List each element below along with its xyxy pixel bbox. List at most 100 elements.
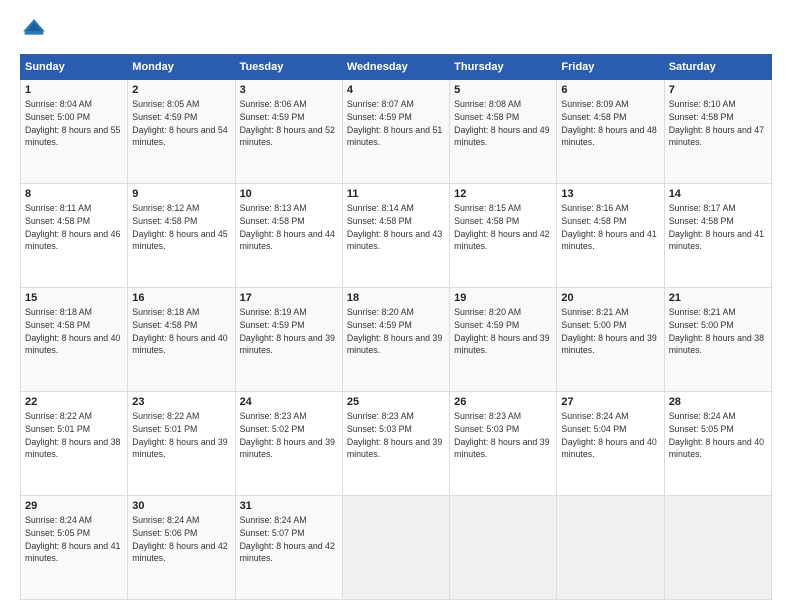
calendar-week-row: 15 Sunrise: 8:18 AM Sunset: 4:58 PM Dayl…	[21, 288, 772, 392]
calendar-header-row: Sunday Monday Tuesday Wednesday Thursday…	[21, 55, 772, 80]
table-row: 7 Sunrise: 8:10 AM Sunset: 4:58 PM Dayli…	[664, 80, 771, 184]
day-number: 24	[240, 396, 338, 408]
day-number: 16	[132, 292, 230, 304]
day-number: 5	[454, 84, 552, 96]
day-number: 3	[240, 84, 338, 96]
page: Sunday Monday Tuesday Wednesday Thursday…	[0, 0, 792, 612]
day-info: Sunrise: 8:06 AM Sunset: 4:59 PM Dayligh…	[240, 98, 338, 149]
calendar-week-row: 8 Sunrise: 8:11 AM Sunset: 4:58 PM Dayli…	[21, 184, 772, 288]
table-row: 5 Sunrise: 8:08 AM Sunset: 4:58 PM Dayli…	[450, 80, 557, 184]
day-info: Sunrise: 8:18 AM Sunset: 4:58 PM Dayligh…	[25, 306, 123, 357]
col-thursday: Thursday	[450, 55, 557, 80]
table-row: 31 Sunrise: 8:24 AM Sunset: 5:07 PM Dayl…	[235, 496, 342, 600]
table-row: 21 Sunrise: 8:21 AM Sunset: 5:00 PM Dayl…	[664, 288, 771, 392]
table-row: 8 Sunrise: 8:11 AM Sunset: 4:58 PM Dayli…	[21, 184, 128, 288]
day-info: Sunrise: 8:20 AM Sunset: 4:59 PM Dayligh…	[454, 306, 552, 357]
day-number: 20	[561, 292, 659, 304]
day-number: 23	[132, 396, 230, 408]
calendar-week-row: 22 Sunrise: 8:22 AM Sunset: 5:01 PM Dayl…	[21, 392, 772, 496]
day-number: 10	[240, 188, 338, 200]
day-number: 8	[25, 188, 123, 200]
day-number: 12	[454, 188, 552, 200]
table-row: 3 Sunrise: 8:06 AM Sunset: 4:59 PM Dayli…	[235, 80, 342, 184]
day-info: Sunrise: 8:04 AM Sunset: 5:00 PM Dayligh…	[25, 98, 123, 149]
table-row: 15 Sunrise: 8:18 AM Sunset: 4:58 PM Dayl…	[21, 288, 128, 392]
col-saturday: Saturday	[664, 55, 771, 80]
day-number: 28	[669, 396, 767, 408]
day-number: 1	[25, 84, 123, 96]
day-number: 4	[347, 84, 445, 96]
table-row: 6 Sunrise: 8:09 AM Sunset: 4:58 PM Dayli…	[557, 80, 664, 184]
day-info: Sunrise: 8:09 AM Sunset: 4:58 PM Dayligh…	[561, 98, 659, 149]
day-info: Sunrise: 8:14 AM Sunset: 4:58 PM Dayligh…	[347, 202, 445, 253]
day-number: 17	[240, 292, 338, 304]
day-info: Sunrise: 8:17 AM Sunset: 4:58 PM Dayligh…	[669, 202, 767, 253]
col-tuesday: Tuesday	[235, 55, 342, 80]
day-info: Sunrise: 8:23 AM Sunset: 5:02 PM Dayligh…	[240, 410, 338, 461]
table-row: 1 Sunrise: 8:04 AM Sunset: 5:00 PM Dayli…	[21, 80, 128, 184]
day-info: Sunrise: 8:22 AM Sunset: 5:01 PM Dayligh…	[132, 410, 230, 461]
day-info: Sunrise: 8:13 AM Sunset: 4:58 PM Dayligh…	[240, 202, 338, 253]
table-row: 20 Sunrise: 8:21 AM Sunset: 5:00 PM Dayl…	[557, 288, 664, 392]
day-info: Sunrise: 8:15 AM Sunset: 4:58 PM Dayligh…	[454, 202, 552, 253]
day-info: Sunrise: 8:24 AM Sunset: 5:05 PM Dayligh…	[669, 410, 767, 461]
day-number: 13	[561, 188, 659, 200]
col-wednesday: Wednesday	[342, 55, 449, 80]
day-info: Sunrise: 8:21 AM Sunset: 5:00 PM Dayligh…	[561, 306, 659, 357]
day-info: Sunrise: 8:08 AM Sunset: 4:58 PM Dayligh…	[454, 98, 552, 149]
day-info: Sunrise: 8:19 AM Sunset: 4:59 PM Dayligh…	[240, 306, 338, 357]
day-number: 2	[132, 84, 230, 96]
table-row: 11 Sunrise: 8:14 AM Sunset: 4:58 PM Dayl…	[342, 184, 449, 288]
table-row: 4 Sunrise: 8:07 AM Sunset: 4:59 PM Dayli…	[342, 80, 449, 184]
calendar-table: Sunday Monday Tuesday Wednesday Thursday…	[20, 54, 772, 600]
day-info: Sunrise: 8:18 AM Sunset: 4:58 PM Dayligh…	[132, 306, 230, 357]
table-row: 27 Sunrise: 8:24 AM Sunset: 5:04 PM Dayl…	[557, 392, 664, 496]
table-row: 22 Sunrise: 8:22 AM Sunset: 5:01 PM Dayl…	[21, 392, 128, 496]
calendar-week-row: 1 Sunrise: 8:04 AM Sunset: 5:00 PM Dayli…	[21, 80, 772, 184]
day-info: Sunrise: 8:23 AM Sunset: 5:03 PM Dayligh…	[347, 410, 445, 461]
header	[20, 16, 772, 44]
table-row: 30 Sunrise: 8:24 AM Sunset: 5:06 PM Dayl…	[128, 496, 235, 600]
table-row: 13 Sunrise: 8:16 AM Sunset: 4:58 PM Dayl…	[557, 184, 664, 288]
day-info: Sunrise: 8:24 AM Sunset: 5:05 PM Dayligh…	[25, 514, 123, 565]
day-number: 27	[561, 396, 659, 408]
table-row: 24 Sunrise: 8:23 AM Sunset: 5:02 PM Dayl…	[235, 392, 342, 496]
day-info: Sunrise: 8:05 AM Sunset: 4:59 PM Dayligh…	[132, 98, 230, 149]
day-info: Sunrise: 8:07 AM Sunset: 4:59 PM Dayligh…	[347, 98, 445, 149]
table-row: 18 Sunrise: 8:20 AM Sunset: 4:59 PM Dayl…	[342, 288, 449, 392]
day-number: 18	[347, 292, 445, 304]
day-number: 29	[25, 500, 123, 512]
table-row: 10 Sunrise: 8:13 AM Sunset: 4:58 PM Dayl…	[235, 184, 342, 288]
table-row: 17 Sunrise: 8:19 AM Sunset: 4:59 PM Dayl…	[235, 288, 342, 392]
day-info: Sunrise: 8:10 AM Sunset: 4:58 PM Dayligh…	[669, 98, 767, 149]
day-info: Sunrise: 8:12 AM Sunset: 4:58 PM Dayligh…	[132, 202, 230, 253]
table-row	[664, 496, 771, 600]
day-info: Sunrise: 8:24 AM Sunset: 5:06 PM Dayligh…	[132, 514, 230, 565]
day-info: Sunrise: 8:24 AM Sunset: 5:07 PM Dayligh…	[240, 514, 338, 565]
table-row: 19 Sunrise: 8:20 AM Sunset: 4:59 PM Dayl…	[450, 288, 557, 392]
day-number: 25	[347, 396, 445, 408]
calendar-week-row: 29 Sunrise: 8:24 AM Sunset: 5:05 PM Dayl…	[21, 496, 772, 600]
table-row	[450, 496, 557, 600]
table-row: 16 Sunrise: 8:18 AM Sunset: 4:58 PM Dayl…	[128, 288, 235, 392]
table-row: 28 Sunrise: 8:24 AM Sunset: 5:05 PM Dayl…	[664, 392, 771, 496]
table-row: 23 Sunrise: 8:22 AM Sunset: 5:01 PM Dayl…	[128, 392, 235, 496]
day-number: 9	[132, 188, 230, 200]
day-info: Sunrise: 8:11 AM Sunset: 4:58 PM Dayligh…	[25, 202, 123, 253]
day-number: 14	[669, 188, 767, 200]
table-row: 25 Sunrise: 8:23 AM Sunset: 5:03 PM Dayl…	[342, 392, 449, 496]
day-number: 15	[25, 292, 123, 304]
table-row: 9 Sunrise: 8:12 AM Sunset: 4:58 PM Dayli…	[128, 184, 235, 288]
table-row: 14 Sunrise: 8:17 AM Sunset: 4:58 PM Dayl…	[664, 184, 771, 288]
day-number: 30	[132, 500, 230, 512]
table-row: 26 Sunrise: 8:23 AM Sunset: 5:03 PM Dayl…	[450, 392, 557, 496]
day-number: 31	[240, 500, 338, 512]
table-row: 29 Sunrise: 8:24 AM Sunset: 5:05 PM Dayl…	[21, 496, 128, 600]
table-row	[342, 496, 449, 600]
table-row: 12 Sunrise: 8:15 AM Sunset: 4:58 PM Dayl…	[450, 184, 557, 288]
day-number: 26	[454, 396, 552, 408]
day-number: 7	[669, 84, 767, 96]
table-row	[557, 496, 664, 600]
logo	[20, 16, 52, 44]
col-sunday: Sunday	[21, 55, 128, 80]
